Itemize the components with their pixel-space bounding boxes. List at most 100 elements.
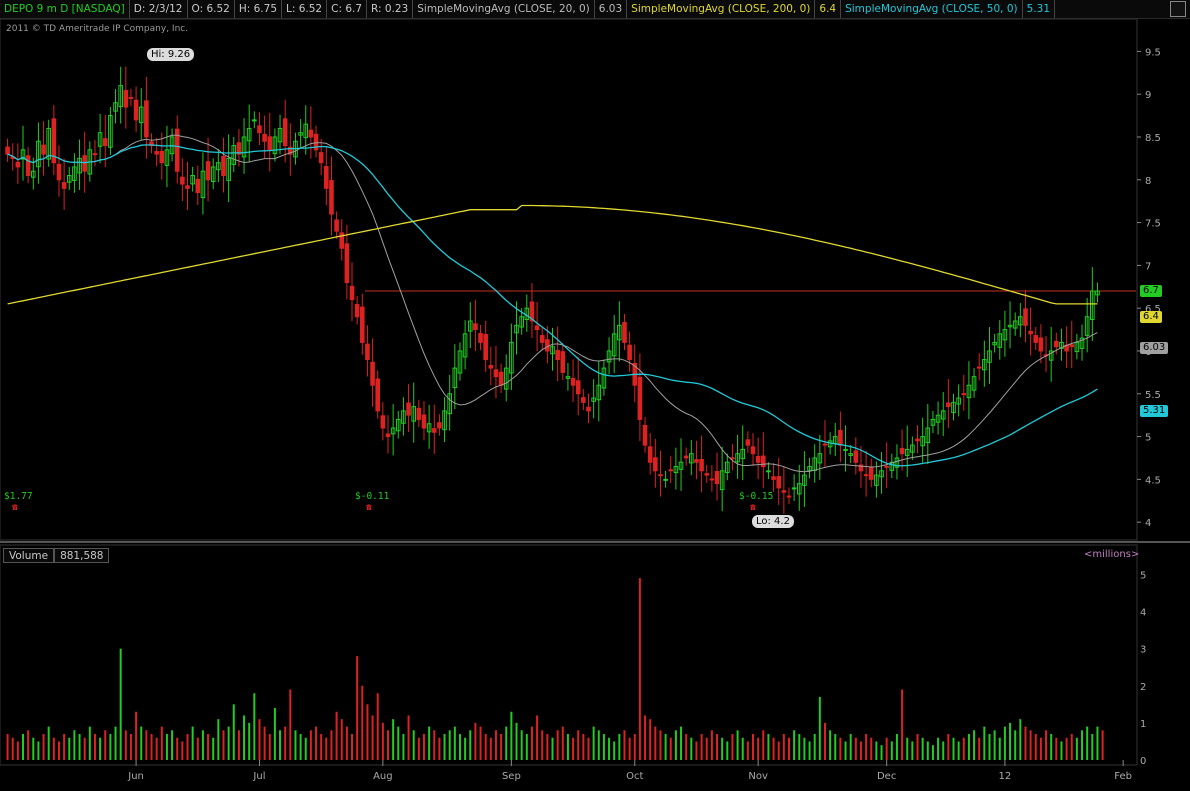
volume-tick-label: 4 [1140,608,1146,619]
candle-body [431,428,437,433]
candle-body [642,424,648,446]
candle-body [750,446,756,455]
y-tick-label: 7.5 [1145,219,1161,230]
volume-tick-label: 5 [1140,570,1146,581]
candle-body [421,414,427,429]
candle-body [334,219,339,232]
sma200-line [7,204,1098,305]
x-tick-label: Aug [373,771,393,782]
candle-body [267,136,273,151]
candle-body [25,155,31,177]
price-chart[interactable]: 9.598.587.576.565.554.54543210JunJulAugS… [0,0,1190,791]
candle-body [257,125,262,134]
earnings-icon[interactable]: ☎ [750,502,756,513]
candle-body [252,119,257,122]
candle-body [555,350,560,361]
x-tick-label: Nov [748,771,768,782]
candle-body [56,163,62,181]
x-tick-label: Jun [127,771,144,782]
candle-body [318,152,324,164]
candle-body [205,161,211,181]
candle-body [637,376,643,420]
candle-body [473,323,478,331]
candle-body [976,366,982,369]
y-tick-label: 5 [1145,433,1151,444]
candle-body [159,150,165,164]
price-panel-frame [0,18,1138,541]
candle-body [653,457,658,472]
candle-body [586,406,591,412]
candle-body [915,438,920,442]
candle-body [370,361,375,386]
candle-body [899,447,905,455]
candle-body [668,469,674,472]
sma20-price-tag: 6.03 [1140,342,1169,354]
earnings-value-2: $-0.11 [355,491,390,502]
candle-body [493,369,499,378]
candle-body [771,476,776,480]
candle-body [380,415,386,429]
y-tick-label: 7 [1145,261,1151,272]
candle-body [539,335,545,343]
earnings-value-3: $-0.15 [739,491,774,502]
candle-body [863,474,869,477]
candle-body [144,100,149,138]
candle-body [185,185,190,189]
candle-body [349,285,355,301]
candle-body [437,422,442,429]
volume-label[interactable]: Volume [3,548,55,563]
candle-body [92,153,98,156]
earnings-icon[interactable]: ☎ [12,502,18,513]
candle-body [853,450,859,463]
candle-body [575,380,581,395]
candle-body [416,407,422,420]
candle-body [745,439,751,446]
candle-body [1023,308,1028,326]
candle-body [766,470,771,473]
candle-body [1038,337,1044,352]
candle-body [102,138,108,147]
candle-body [359,306,365,343]
sma20-line [7,134,1098,473]
volume-panel-frame [0,544,1138,766]
candle-body [488,365,494,369]
candle-body [760,455,766,468]
earnings-icon[interactable]: ☎ [366,502,372,513]
candle-body [781,490,787,493]
candle-body [262,133,267,142]
sma50-price-tag: 5.31 [1140,405,1169,417]
x-tick-label: Dec [877,771,896,782]
candle-body [123,90,129,108]
candle-body [658,474,663,477]
candle-body [868,466,874,480]
candle-body [694,459,699,463]
y-tick-label: 5.5 [1145,390,1161,401]
candle-body [1054,340,1059,348]
volume-value: 881,588 [54,548,110,563]
candle-body [154,151,159,155]
volume-units: <millions> [1084,549,1140,560]
candle-body [663,478,668,481]
candle-body [884,465,889,468]
hi-label: Hi: 9.26 [147,48,195,61]
candle-body [82,155,87,172]
candle-body [838,429,843,446]
candle-body [195,178,201,194]
candle-body [354,304,360,318]
candle-body [647,446,653,463]
candle-body [1069,344,1075,348]
candle-body [714,470,720,485]
x-tick-label: Feb [1114,771,1132,782]
y-tick-label: 4 [1145,518,1151,529]
x-tick-label: Jul [252,771,265,782]
candle-body [755,455,761,463]
candle-body [478,332,483,343]
sma200-price-tag: 6.4 [1140,311,1162,323]
candle-body [41,144,46,155]
y-tick-label: 9 [1145,90,1151,101]
candle-body [133,99,139,121]
candle-body [406,402,411,416]
candle-body [498,371,504,386]
volume-tick-label: 1 [1140,719,1146,730]
candle-body [282,118,288,147]
